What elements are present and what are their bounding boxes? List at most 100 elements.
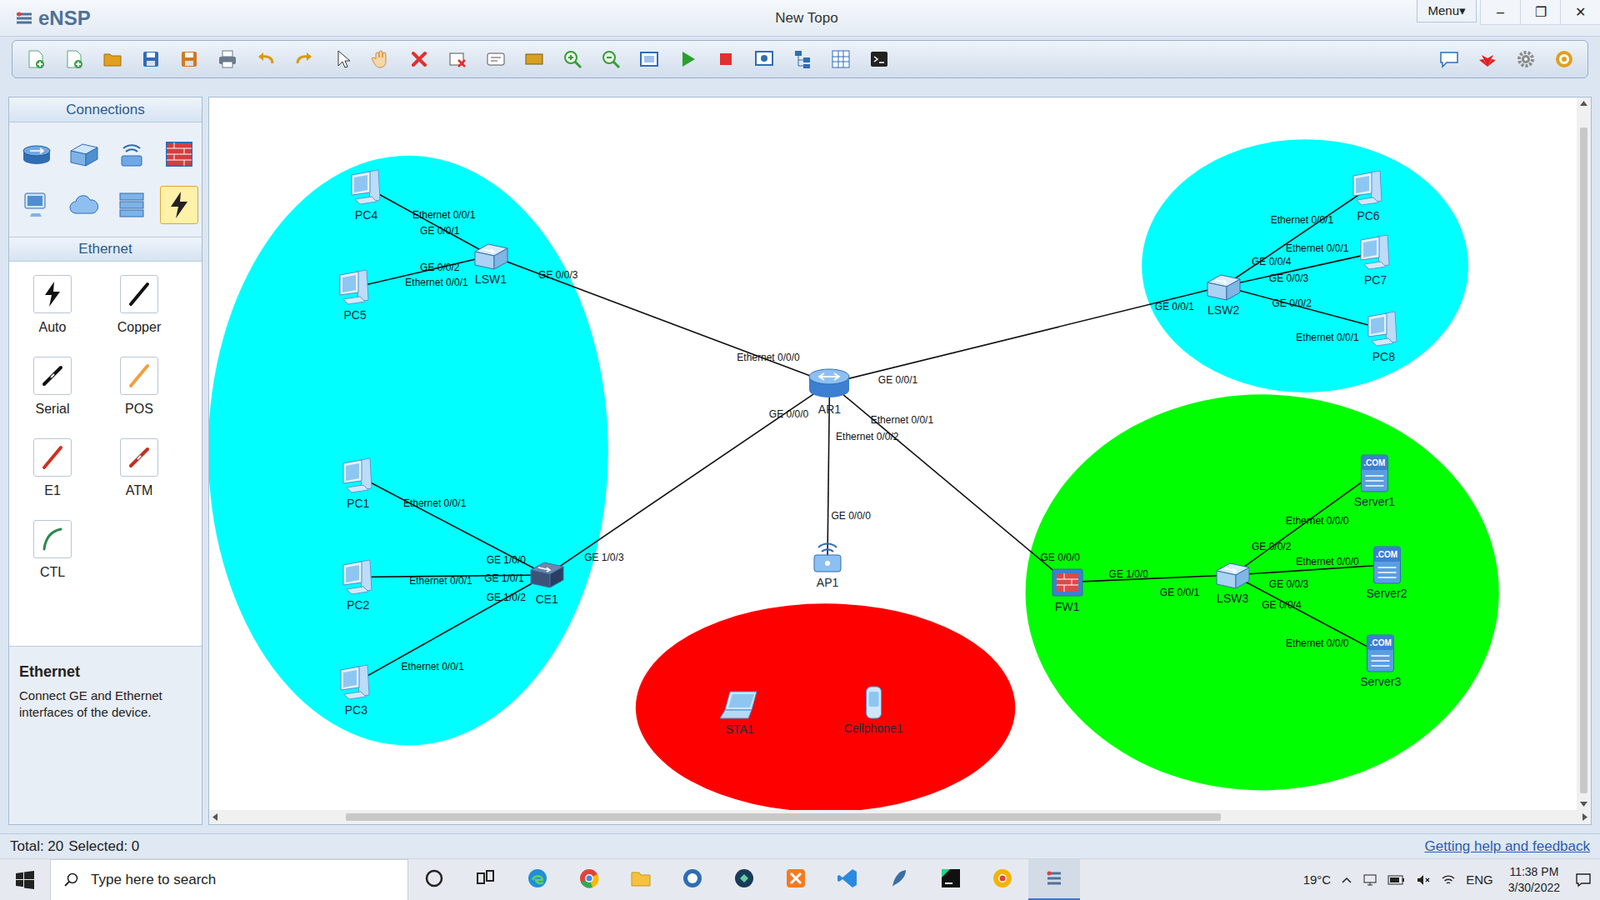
taskbar-app[interactable] bbox=[563, 859, 615, 900]
taskbar-app[interactable] bbox=[821, 859, 874, 900]
taskbar-app[interactable] bbox=[718, 859, 770, 900]
zone-ellipse[interactable] bbox=[209, 155, 609, 746]
category-item[interactable] bbox=[112, 185, 151, 225]
volume-muted-icon[interactable] bbox=[1415, 872, 1431, 888]
tool-button[interactable] bbox=[520, 45, 548, 73]
link-line[interactable] bbox=[1232, 473, 1375, 575]
tool-button[interactable] bbox=[252, 45, 280, 73]
tool-button[interactable] bbox=[1435, 45, 1463, 73]
tool-button[interactable] bbox=[635, 45, 663, 73]
device-node[interactable]: FW1 bbox=[1049, 565, 1086, 614]
link-line[interactable] bbox=[1223, 188, 1369, 287]
tool-button[interactable] bbox=[60, 45, 88, 73]
taskbar-app[interactable] bbox=[976, 859, 1029, 900]
device-node[interactable]: PC5 bbox=[335, 267, 375, 322]
tool-button[interactable] bbox=[367, 45, 395, 73]
device-node[interactable]: PC1 bbox=[338, 455, 379, 510]
device-node[interactable]: LSW3 bbox=[1214, 559, 1251, 605]
device-node[interactable]: .COMServer3 bbox=[1360, 632, 1401, 689]
wifi-icon[interactable] bbox=[1440, 872, 1456, 888]
tool-button[interactable] bbox=[290, 45, 318, 73]
tool-button[interactable] bbox=[405, 45, 433, 73]
device-node[interactable]: AP1 bbox=[809, 538, 846, 590]
device-node[interactable]: .COMServer1 bbox=[1354, 452, 1395, 509]
zone-ellipse[interactable] bbox=[635, 603, 1016, 810]
help-link[interactable]: Getting help and feedback bbox=[1425, 838, 1590, 855]
vertical-scrollbar[interactable] bbox=[1576, 97, 1591, 810]
tool-button[interactable] bbox=[674, 45, 701, 73]
device-node[interactable]: PC3 bbox=[335, 662, 376, 717]
device-node[interactable]: AR1 bbox=[805, 365, 853, 416]
cable-item[interactable]: Serial bbox=[9, 356, 96, 417]
link-line[interactable] bbox=[1067, 575, 1233, 583]
cable-item[interactable]: E1 bbox=[9, 438, 96, 499]
taskbar-app[interactable] bbox=[460, 859, 512, 900]
tool-button[interactable] bbox=[482, 45, 510, 73]
device-node[interactable]: LSW1 bbox=[472, 240, 510, 286]
device-node[interactable]: PC7 bbox=[1355, 232, 1396, 287]
battery-icon[interactable] bbox=[1387, 874, 1406, 886]
cable-item[interactable]: Copper bbox=[95, 275, 183, 335]
chevron-up-icon[interactable] bbox=[1340, 874, 1353, 886]
link-line[interactable] bbox=[490, 255, 830, 384]
taskbar-app[interactable] bbox=[873, 859, 925, 900]
cable-item[interactable]: Auto bbox=[9, 275, 96, 335]
link-line[interactable] bbox=[546, 383, 830, 575]
scroll-thumb[interactable] bbox=[1580, 127, 1588, 794]
taskbar-app[interactable] bbox=[925, 859, 977, 900]
taskbar-app[interactable] bbox=[511, 859, 564, 900]
device-node[interactable]: LSW2 bbox=[1205, 270, 1242, 317]
device-node[interactable]: Cellphone1 bbox=[844, 684, 904, 735]
device-node[interactable]: CE1 bbox=[528, 558, 565, 606]
link-line[interactable] bbox=[1223, 286, 1384, 330]
cable-item[interactable]: POS bbox=[95, 356, 183, 417]
scroll-thumb[interactable] bbox=[345, 813, 1221, 821]
scroll-right-icon[interactable] bbox=[1582, 813, 1588, 821]
tool-button[interactable] bbox=[750, 45, 778, 73]
notification-icon[interactable] bbox=[1575, 871, 1592, 889]
link-line[interactable] bbox=[358, 475, 548, 575]
tool-button[interactable] bbox=[789, 45, 816, 73]
device-node[interactable]: PC8 bbox=[1363, 309, 1404, 364]
link-line[interactable] bbox=[829, 286, 1224, 384]
link-line[interactable] bbox=[366, 187, 491, 256]
device-node[interactable]: .COMServer2 bbox=[1366, 544, 1408, 600]
category-item[interactable] bbox=[17, 135, 56, 174]
tool-button[interactable] bbox=[827, 45, 855, 73]
device-node[interactable]: STA1 bbox=[718, 688, 762, 736]
diagram[interactable]: PC4 PC5 LSW1 PC1 PC2 PC3 CE1 AR1 AP1 STA1 Cellphon… bbox=[209, 97, 1577, 810]
device-node[interactable]: PC6 bbox=[1348, 168, 1389, 223]
category-item[interactable] bbox=[17, 185, 56, 225]
tool-button[interactable] bbox=[329, 45, 356, 73]
window-control[interactable]: – bbox=[1480, 0, 1520, 25]
device-node[interactable]: PC4 bbox=[346, 167, 387, 222]
link-line[interactable] bbox=[829, 383, 1067, 583]
tool-button[interactable] bbox=[1550, 45, 1578, 73]
language-indicator[interactable]: ENG bbox=[1465, 872, 1494, 887]
link-line[interactable] bbox=[1232, 575, 1381, 654]
scroll-up-icon[interactable] bbox=[1580, 100, 1588, 106]
window-control[interactable]: ✕ bbox=[1560, 0, 1600, 25]
taskbar-app[interactable] bbox=[615, 859, 667, 900]
link-line[interactable] bbox=[355, 575, 547, 683]
category-item[interactable] bbox=[112, 135, 151, 174]
zone-ellipse[interactable] bbox=[1025, 394, 1500, 790]
menu-button[interactable]: Menu▾ bbox=[1416, 0, 1477, 23]
taskbar-app[interactable] bbox=[1028, 859, 1080, 900]
link-line[interactable] bbox=[355, 255, 491, 288]
category-item[interactable] bbox=[160, 185, 199, 225]
window-control[interactable]: ❐ bbox=[1520, 0, 1560, 25]
cable-item[interactable]: CTL bbox=[9, 520, 96, 580]
device-node[interactable]: PC2 bbox=[338, 557, 379, 612]
start-button[interactable] bbox=[0, 859, 50, 900]
taskbar-app[interactable] bbox=[666, 859, 719, 900]
zone-ellipse[interactable] bbox=[1141, 139, 1469, 393]
tool-button[interactable] bbox=[1474, 45, 1501, 73]
tool-button[interactable] bbox=[444, 45, 471, 73]
cable-item[interactable]: ATM bbox=[95, 438, 183, 499]
tool-button[interactable] bbox=[597, 45, 625, 73]
tool-button[interactable] bbox=[865, 45, 893, 73]
tool-button[interactable] bbox=[175, 45, 203, 73]
tool-button[interactable] bbox=[137, 45, 165, 73]
tool-button[interactable] bbox=[559, 45, 586, 73]
